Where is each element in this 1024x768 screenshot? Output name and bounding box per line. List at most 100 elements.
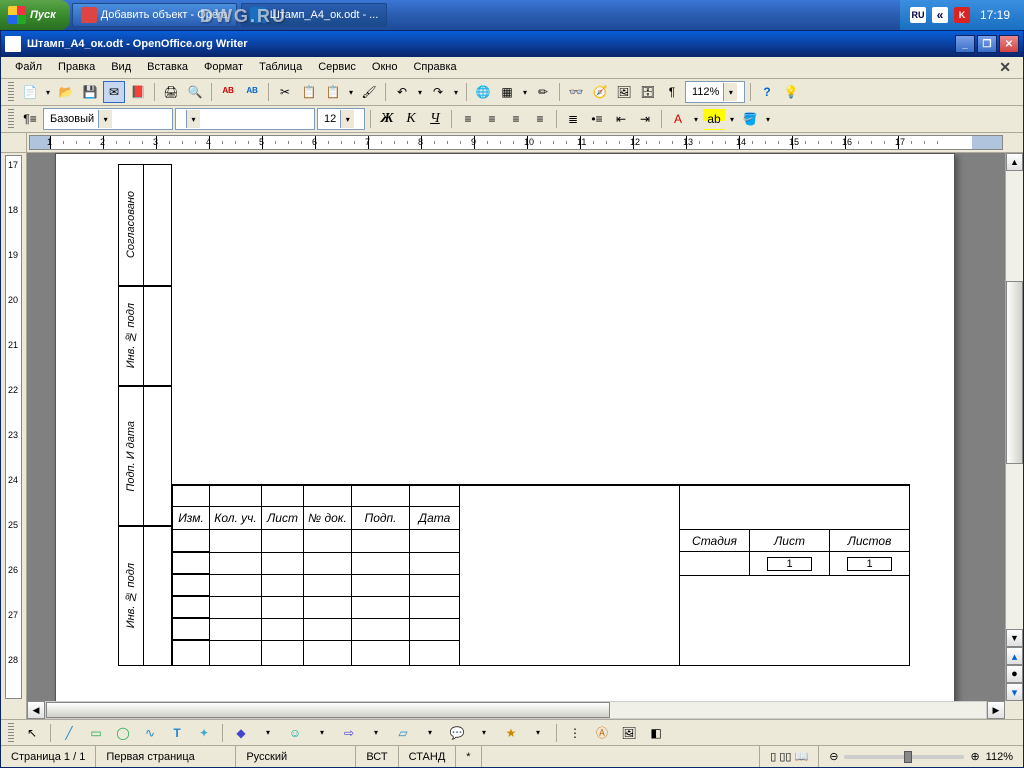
menu-format[interactable]: Формат <box>196 59 251 76</box>
kaspersky-icon[interactable]: K <box>954 7 970 23</box>
clock[interactable]: 17:19 <box>976 8 1014 22</box>
format-paintbrush-button[interactable]: 🖌 <box>358 81 380 103</box>
find-button[interactable]: 👓 <box>565 81 587 103</box>
bgcolor-button[interactable]: 🪣 <box>739 108 761 130</box>
zoom-slider[interactable]: ⊖ ⊕ 112% <box>819 750 1023 763</box>
save-button[interactable]: 💾 <box>79 81 101 103</box>
tray-expand-icon[interactable]: « <box>932 7 948 23</box>
freeform-tool[interactable]: ∿ <box>138 722 162 744</box>
basic-shapes-tool[interactable]: ◆ <box>229 722 253 744</box>
zoom-handle[interactable] <box>904 751 912 763</box>
datasources-button[interactable]: 🗄 <box>637 81 659 103</box>
menu-tools[interactable]: Сервис <box>310 59 364 76</box>
select-tool[interactable]: ↖ <box>20 722 44 744</box>
flowchart-tool[interactable]: ▱ <box>391 722 415 744</box>
zoom-out-icon[interactable]: ⊖ <box>829 750 838 763</box>
status-viewlayout[interactable]: ▯ ▯▯ 📖 <box>760 746 819 767</box>
status-language[interactable]: Русский <box>236 746 356 767</box>
lang-indicator-icon[interactable]: RU <box>910 7 926 23</box>
gallery-button[interactable]: 🖼 <box>613 81 635 103</box>
taskbar-item-opera[interactable]: Добавить объект - Opera <box>72 3 237 27</box>
symbol-shapes-tool[interactable]: ☺ <box>283 722 307 744</box>
bold-button[interactable]: Ж <box>376 108 398 130</box>
increase-indent-button[interactable]: ⇥ <box>634 108 656 130</box>
redo-dropdown[interactable]: ▾ <box>451 81 461 103</box>
prev-page-button[interactable]: ▴ <box>1006 647 1023 665</box>
copy-button[interactable]: 📋 <box>298 81 320 103</box>
styles-button[interactable]: ¶≡ <box>19 108 41 130</box>
scroll-right-button[interactable]: ▶ <box>987 701 1005 719</box>
text-tool[interactable]: T <box>165 722 189 744</box>
show-draw-button[interactable]: ✏ <box>532 81 554 103</box>
spellcheck-button[interactable]: ᴬᴮ <box>217 81 239 103</box>
toolbar-grip[interactable] <box>8 723 14 743</box>
align-left-button[interactable]: ≡ <box>457 108 479 130</box>
cut-button[interactable]: ✂ <box>274 81 296 103</box>
print-preview-button[interactable]: 🔍 <box>184 81 206 103</box>
pdf-export-button[interactable]: 📕 <box>127 81 149 103</box>
status-modified[interactable]: * <box>456 746 481 767</box>
menu-insert[interactable]: Вставка <box>139 59 196 76</box>
horizontal-scrollbar[interactable]: ◀ ▶ <box>1 701 1023 719</box>
menu-window[interactable]: Окно <box>364 59 406 76</box>
arrow-shapes-tool[interactable]: ⇨ <box>337 722 361 744</box>
numbering-button[interactable]: ≣ <box>562 108 584 130</box>
menu-help[interactable]: Справка <box>405 59 464 76</box>
undo-dropdown[interactable]: ▾ <box>415 81 425 103</box>
redo-button[interactable]: ↷ <box>427 81 449 103</box>
menu-view[interactable]: Вид <box>103 59 139 76</box>
menu-edit[interactable]: Правка <box>50 59 103 76</box>
font-color-button[interactable]: A <box>667 108 689 130</box>
minimize-button[interactable]: _ <box>955 35 975 53</box>
whatsthis-button[interactable]: 💡 <box>780 81 802 103</box>
rect-tool[interactable]: ▭ <box>84 722 108 744</box>
help-button[interactable]: ? <box>756 81 778 103</box>
page[interactable]: Согласовано Инв. № подл Подп. И дата Инв… <box>55 153 955 701</box>
underline-button[interactable]: Ч <box>424 108 446 130</box>
zoom-combo[interactable]: 112%▾ <box>685 81 745 103</box>
from-file-tool[interactable]: 🖼 <box>617 722 641 744</box>
paragraph-style-combo[interactable]: Базовый▾ <box>43 108 173 130</box>
bgcolor-dropdown[interactable]: ▾ <box>763 108 773 130</box>
vertical-ruler[interactable]: 171819202122232425262728 <box>1 153 27 701</box>
nonprinting-button[interactable]: ¶ <box>661 81 683 103</box>
toolbar-grip[interactable] <box>8 82 14 102</box>
stars-tool[interactable]: ★ <box>499 722 523 744</box>
close-document-button[interactable]: ✕ <box>993 59 1017 76</box>
email-button[interactable]: ✉ <box>103 81 125 103</box>
zoom-value[interactable]: 112% <box>986 751 1013 763</box>
callout-tool[interactable]: ✦ <box>192 722 216 744</box>
nav-select-button[interactable]: ● <box>1006 665 1023 683</box>
new-button[interactable]: 📄 <box>19 81 41 103</box>
autospell-button[interactable]: ᴬᴮ <box>241 81 263 103</box>
points-tool[interactable]: ⋮ <box>563 722 587 744</box>
maximize-button[interactable]: ❐ <box>977 35 997 53</box>
highlight-button[interactable]: ab <box>703 108 725 130</box>
paste-dropdown[interactable]: ▾ <box>346 81 356 103</box>
fontwork-tool[interactable]: Ⓐ <box>590 722 614 744</box>
align-right-button[interactable]: ≡ <box>505 108 527 130</box>
status-pagestyle[interactable]: Первая страница <box>96 746 236 767</box>
font-size-combo[interactable]: 12▾ <box>317 108 365 130</box>
paste-button[interactable]: 📋 <box>322 81 344 103</box>
toolbar-grip[interactable] <box>8 109 14 129</box>
decrease-indent-button[interactable]: ⇤ <box>610 108 632 130</box>
table-dropdown[interactable]: ▾ <box>520 81 530 103</box>
start-button[interactable]: Пуск <box>0 0 70 30</box>
font-name-combo[interactable]: ▾ <box>175 108 315 130</box>
next-page-button[interactable]: ▾ <box>1006 683 1023 701</box>
menu-file[interactable]: Файл <box>7 59 50 76</box>
close-button[interactable]: ✕ <box>999 35 1019 53</box>
document-area[interactable]: Согласовано Инв. № подл Подп. И дата Инв… <box>27 153 1005 701</box>
status-insert[interactable]: ВСТ <box>356 746 398 767</box>
callouts-tool[interactable]: 💬 <box>445 722 469 744</box>
table-button[interactable]: ▦ <box>496 81 518 103</box>
print-button[interactable]: 🖨 <box>160 81 182 103</box>
align-center-button[interactable]: ≡ <box>481 108 503 130</box>
scroll-thumb[interactable] <box>1006 281 1023 464</box>
font-color-dropdown[interactable]: ▾ <box>691 108 701 130</box>
vertical-scrollbar[interactable]: ▲ ▼ ▴ ● ▾ <box>1005 153 1023 701</box>
new-dropdown[interactable]: ▾ <box>43 81 53 103</box>
status-page[interactable]: Страница 1 / 1 <box>1 746 96 767</box>
highlight-dropdown[interactable]: ▾ <box>727 108 737 130</box>
